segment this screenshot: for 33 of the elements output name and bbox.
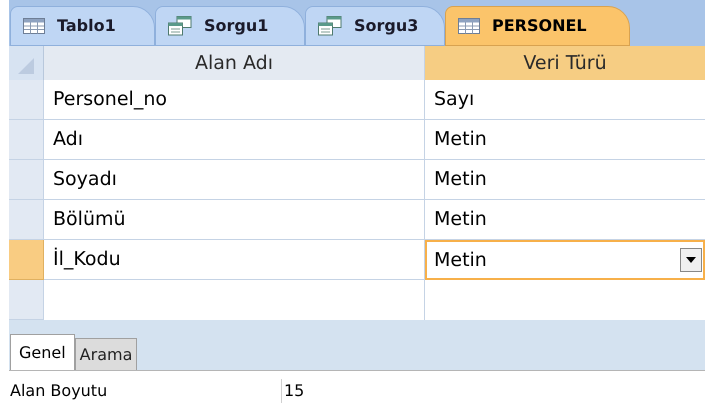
table-cell: Personel_no xyxy=(44,80,425,120)
row-selector[interactable] xyxy=(9,160,44,200)
table-cell: Metin xyxy=(425,120,705,160)
column-header: Veri Türü xyxy=(425,46,705,80)
document-tab[interactable]: Sorgu1 xyxy=(155,6,305,46)
data-type-dropdown[interactable]: Metin xyxy=(425,240,705,280)
corner-triangle-icon xyxy=(16,56,36,76)
row-selector[interactable] xyxy=(9,80,44,120)
table-cell: Sayı xyxy=(425,80,705,120)
row-selector[interactable] xyxy=(9,120,44,160)
column-header: Alan Adı xyxy=(44,46,425,80)
property-tab[interactable]: Arama xyxy=(74,338,138,370)
table-cell: Soyadı xyxy=(44,160,425,200)
query-icon xyxy=(168,16,192,36)
row-selector[interactable] xyxy=(9,280,44,320)
property-value-field[interactable]: 15 xyxy=(282,379,705,403)
table-cell: Metin xyxy=(425,160,705,200)
table-icon xyxy=(458,18,480,34)
property-tab[interactable]: Genel xyxy=(10,334,75,370)
table-cell: Adı xyxy=(44,120,425,160)
dropdown-value: Metin xyxy=(434,248,488,273)
query-icon xyxy=(318,16,342,36)
property-label: Alan Boyutu xyxy=(9,379,282,403)
table-cell: İl_Kodu xyxy=(44,240,425,280)
document-tab[interactable]: PERSONEL xyxy=(445,6,630,46)
document-tab[interactable]: Sorgu3 xyxy=(305,6,445,46)
select-all-corner[interactable] xyxy=(9,46,44,80)
table-cell: Metin xyxy=(425,200,705,240)
row-selector[interactable] xyxy=(9,240,44,280)
table-icon xyxy=(23,18,45,34)
table-cell: Bölümü xyxy=(44,200,425,240)
document-tab[interactable]: Tablo1 xyxy=(10,6,155,46)
row-selector[interactable] xyxy=(9,200,44,240)
